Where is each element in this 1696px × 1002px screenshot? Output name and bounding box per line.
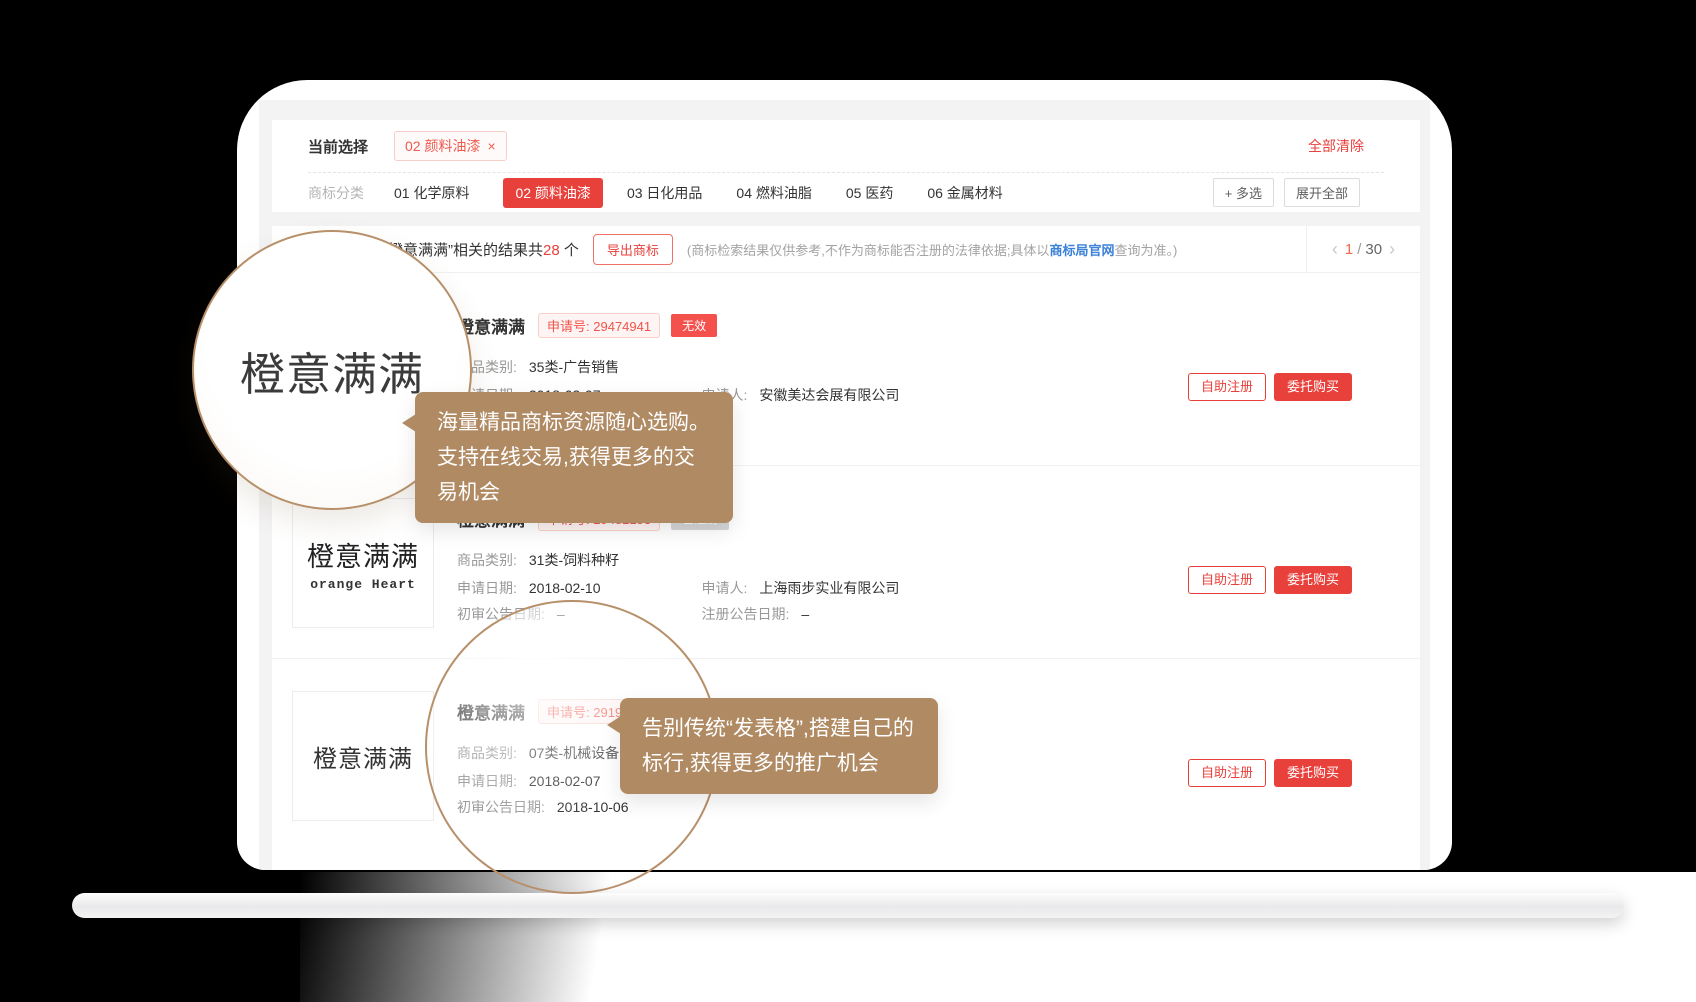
apply-date-value: 2018-02-10: [529, 580, 601, 596]
self-register-button[interactable]: 自助注册: [1188, 566, 1266, 594]
filter-panel: 当前选择 02 颜料油漆 × 全部清除 商标分类 01 化学原料 02 颜料油漆…: [272, 120, 1420, 212]
laptop-base: [72, 893, 1624, 918]
total-pages: 30: [1365, 241, 1382, 258]
category-bar-label: 商标分类: [308, 183, 364, 203]
remove-filter-icon[interactable]: ×: [487, 138, 495, 154]
category-tab-03[interactable]: 03 日化用品: [627, 183, 702, 203]
magnified-trademark-text: 橙意满满: [240, 338, 424, 403]
disclaimer-suffix: 查询为准。): [1114, 243, 1177, 258]
category-value: 07类-机械设备: [529, 745, 619, 761]
application-no-label: 申请号:: [547, 319, 590, 334]
reg-announce-value: –: [801, 606, 809, 622]
apply-date-label: 申请日期:: [457, 773, 517, 789]
trademark-office-link[interactable]: 商标局官网: [1049, 243, 1114, 258]
self-register-button[interactable]: 自助注册: [1188, 759, 1266, 787]
category-tab-04[interactable]: 04 燃料油脂: [736, 183, 811, 203]
current-page: 1: [1345, 241, 1353, 258]
first-announce-label: 初审公告日期:: [457, 606, 545, 622]
export-trademarks-button[interactable]: 导出商标: [593, 234, 673, 265]
category-value: 31类-饲料种籽: [529, 552, 619, 568]
current-selection-label: 当前选择: [308, 136, 368, 157]
applicant-label: 申请人:: [701, 580, 747, 596]
trademark-name[interactable]: 橙意满满: [457, 699, 525, 724]
application-no-value: 29474941: [593, 319, 651, 334]
results-count: 28: [543, 242, 560, 259]
selected-filter-text: 02 颜料油漆: [405, 136, 480, 156]
category-label: 商品类别:: [457, 745, 517, 761]
entrust-buy-button[interactable]: 委托购买: [1274, 566, 1352, 594]
category-tab-06[interactable]: 06 金属材料: [927, 183, 1002, 203]
category-row: 商标分类 01 化学原料 02 颜料油漆 03 日化用品 04 燃料油脂 05 …: [272, 173, 1420, 212]
laptop-mockup: 当前选择 02 颜料油漆 × 全部清除 商标分类 01 化学原料 02 颜料油漆…: [0, 0, 1696, 1002]
category-label: 商品类别:: [457, 552, 517, 568]
expand-all-button[interactable]: 展开全部: [1284, 178, 1360, 207]
prev-page-icon[interactable]: ‹: [1325, 239, 1345, 260]
multi-select-button[interactable]: + 多选: [1213, 178, 1274, 207]
thumbnail-subtext: orange Heart: [310, 577, 416, 592]
summary-suffix: 个: [560, 242, 579, 259]
promo-tooltip-marketplace: 海量精品商标资源随心选购。支持在线交易,获得更多的交易机会: [415, 392, 733, 523]
pagination: ‹ 1 / 30 ›: [1306, 226, 1420, 272]
disclaimer-text: (商标检索结果仅供参考,不作为商标能否注册的法律依据;具体以商标局官网查询为准。…: [687, 240, 1177, 259]
trademark-thumbnail[interactable]: 橙意满满 orange Heart: [292, 498, 434, 628]
applicant-value: 安徽美达会展有限公司: [759, 387, 899, 403]
clear-all-button[interactable]: 全部清除: [1308, 136, 1364, 156]
self-register-button[interactable]: 自助注册: [1188, 373, 1266, 401]
thumbnail-text: 橙意满满: [307, 535, 419, 574]
applicant-value: 上海雨步实业有限公司: [759, 580, 899, 596]
application-no-tag: 申请号: 29474941: [538, 313, 660, 338]
status-badge: 无效: [671, 314, 717, 337]
entrust-buy-button[interactable]: 委托购买: [1274, 759, 1352, 787]
next-page-icon[interactable]: ›: [1382, 239, 1402, 260]
current-selection-row: 当前选择 02 颜料油漆 × 全部清除: [272, 120, 1420, 172]
category-value: 35类-广告销售: [529, 359, 619, 375]
entrust-buy-button[interactable]: 委托购买: [1274, 373, 1352, 401]
thumbnail-text: 橙意满满: [313, 739, 413, 774]
category-tab-02-active[interactable]: 02 颜料油漆: [503, 178, 602, 208]
first-announce-value: –: [557, 606, 565, 622]
category-tab-01[interactable]: 01 化学原料: [394, 183, 469, 203]
first-announce-value: 2018-10-06: [557, 799, 629, 815]
results-header: 为您检索到“橙意满满”相关的结果共28 个 导出商标 (商标检索结果仅供参考,不…: [272, 226, 1420, 273]
first-announce-label: 初审公告日期:: [457, 799, 545, 815]
disclaimer-prefix: (商标检索结果仅供参考,不作为商标能否注册的法律依据;具体以: [687, 243, 1050, 258]
apply-date-label: 申请日期:: [457, 580, 517, 596]
reg-announce-label: 注册公告日期:: [701, 606, 789, 622]
trademark-thumbnail[interactable]: 橙意满满: [292, 691, 434, 821]
application-no-label: 申请号:: [547, 705, 590, 720]
page-separator: /: [1357, 241, 1361, 258]
promo-tooltip-storefront: 告别传统“发表格”,搭建自己的标行,获得更多的推广机会: [620, 698, 938, 794]
floor-glow: [300, 872, 1696, 1002]
selected-filter-tag[interactable]: 02 颜料油漆 ×: [394, 131, 507, 161]
category-tab-05[interactable]: 05 医药: [846, 183, 893, 203]
apply-date-value: 2018-02-07: [529, 773, 601, 789]
